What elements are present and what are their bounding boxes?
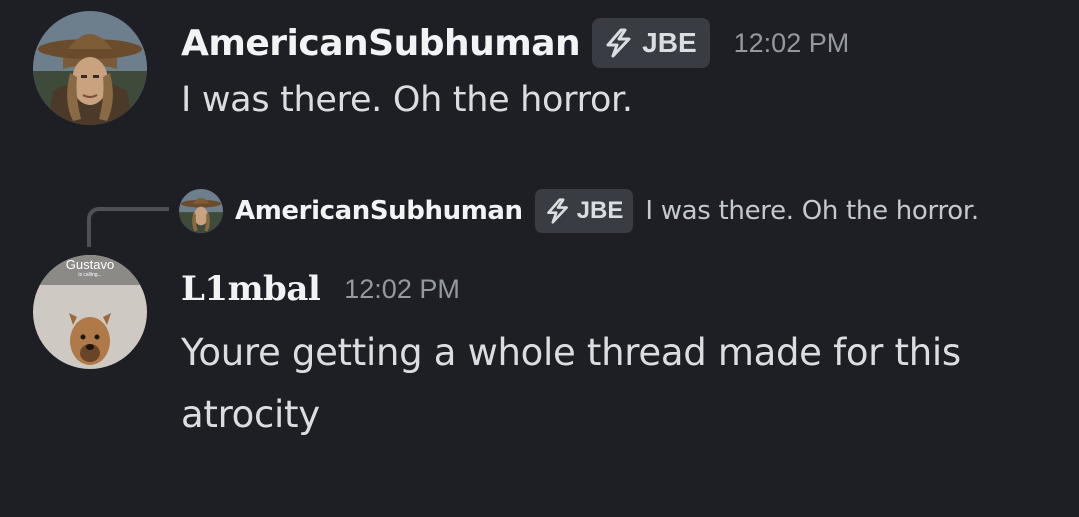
clan-tag[interactable]: JBE	[592, 18, 710, 68]
timestamp[interactable]: 12:02 PM	[734, 28, 850, 59]
reply-spine	[87, 207, 169, 247]
reply-username[interactable]: AmericanSubhuman	[235, 196, 523, 226]
cowboy-hat-avatar-icon	[179, 189, 223, 233]
timestamp[interactable]: 12:02 PM	[344, 274, 460, 305]
lightning-icon	[606, 28, 631, 58]
message-header: L1mbal 12:02 PM	[181, 263, 460, 315]
avatar-caption: Gustavo	[65, 257, 115, 272]
message-content: Youre getting a whole thread made for th…	[181, 331, 961, 436]
username[interactable]: L1mbal	[181, 269, 321, 309]
clan-tag-label: JBE	[642, 27, 697, 58]
reply-clan-tag[interactable]: JBE	[534, 189, 634, 233]
username[interactable]: AmericanSubhuman	[181, 23, 581, 64]
avatar-subcaption: is calling...	[78, 272, 102, 278]
message-header: AmericanSubhuman JBE 12:02 PM	[181, 17, 849, 69]
reply-avatar[interactable]	[179, 189, 223, 233]
user-avatar-l1mbal[interactable]: Gustavo is calling...	[33, 255, 147, 369]
message-content: I was there. Oh the horror.	[181, 80, 633, 120]
lightning-icon	[546, 198, 568, 224]
reply-clan-tag-label: JBE	[576, 197, 624, 224]
user-avatar-americansubhuman[interactable]	[33, 11, 147, 125]
reply-preview[interactable]: AmericanSubhuman JBE I was there. Oh the…	[179, 188, 979, 234]
reply-content[interactable]: I was there. Oh the horror.	[645, 196, 979, 226]
cowboy-hat-avatar-icon	[33, 11, 147, 125]
